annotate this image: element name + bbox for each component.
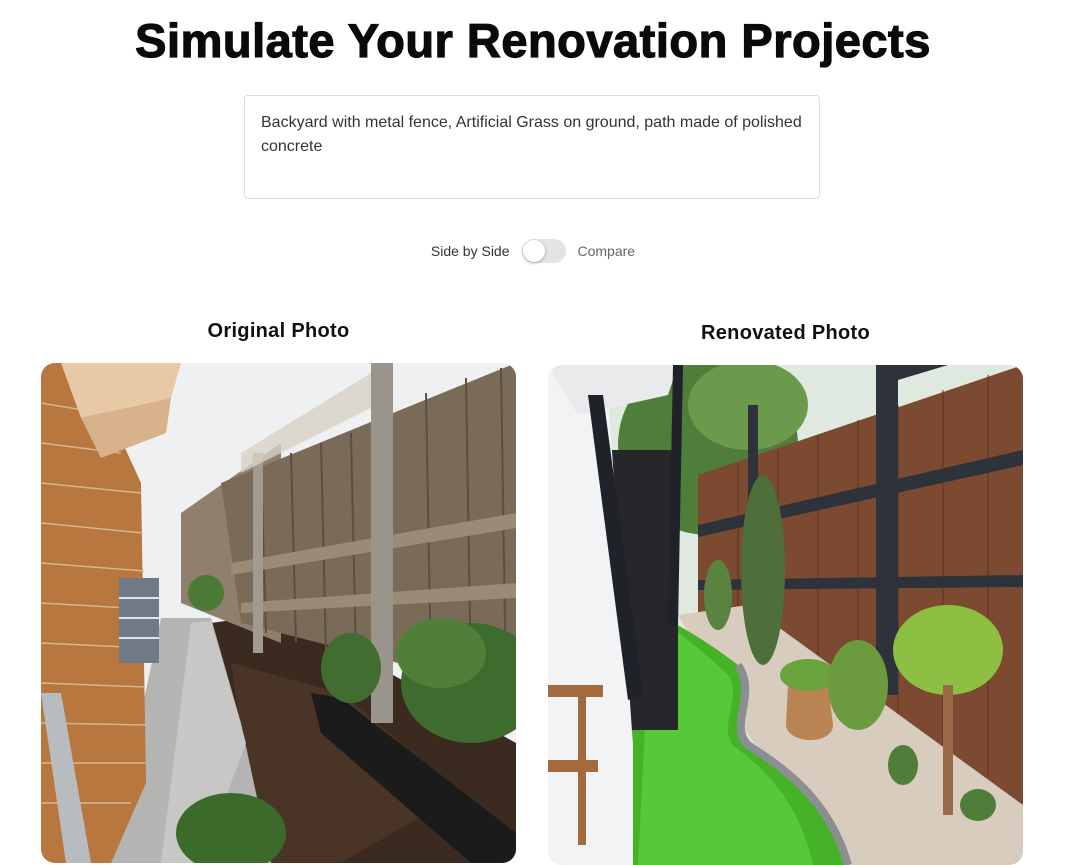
- original-photo-label: Original Photo: [207, 320, 350, 342]
- renovated-photo: [548, 365, 1023, 865]
- page-title: Simulate Your Renovation Projects: [135, 13, 931, 67]
- renovated-photo-label: Renovated Photo: [701, 322, 870, 344]
- compare-label[interactable]: Compare: [578, 243, 636, 259]
- side-by-side-label[interactable]: Side by Side: [431, 243, 510, 259]
- view-toggle-row: Side by Side Compare: [0, 239, 1066, 263]
- prompt-input[interactable]: Backyard with metal fence, Artificial Gr…: [244, 95, 820, 199]
- view-mode-toggle[interactable]: [521, 239, 566, 263]
- toggle-knob: [522, 240, 545, 262]
- original-photo: [41, 363, 516, 863]
